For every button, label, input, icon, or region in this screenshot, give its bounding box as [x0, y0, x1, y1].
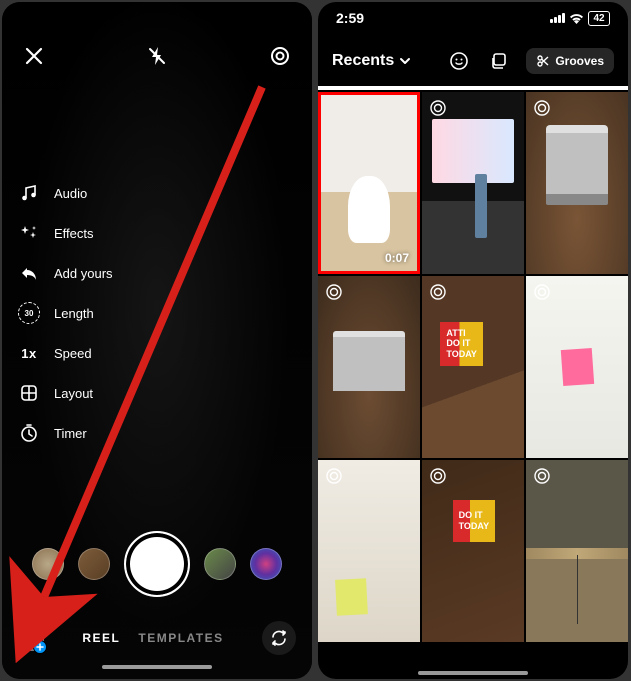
speed-label: Speed	[54, 346, 92, 361]
media-cell[interactable]	[318, 460, 420, 642]
speed-tool[interactable]: 1x Speed	[18, 342, 113, 364]
tab-reel[interactable]: REEL	[82, 631, 120, 645]
media-cell[interactable]	[318, 276, 420, 458]
flip-camera-icon	[269, 628, 289, 648]
burst-icon	[429, 467, 447, 485]
create-tools-menu: Audio Effects Add yours 30 Length 1x Spe…	[18, 182, 113, 444]
media-cell[interactable]	[526, 92, 628, 274]
speed-icon: 1x	[18, 342, 40, 364]
open-gallery-button[interactable]	[18, 625, 44, 651]
media-cell[interactable]	[422, 276, 524, 458]
burst-icon	[429, 283, 447, 301]
timer-icon	[18, 422, 40, 444]
burst-icon	[325, 467, 343, 485]
add-yours-label: Add yours	[54, 266, 113, 281]
reply-arrow-icon	[18, 262, 40, 284]
add-yours-tool[interactable]: Add yours	[18, 262, 113, 284]
sparkle-icon	[18, 222, 40, 244]
media-cell[interactable]: 0:07	[318, 92, 420, 274]
length-badge-icon: 30	[18, 302, 40, 324]
effects-tool[interactable]: Effects	[18, 222, 113, 244]
effect-thumb[interactable]	[78, 548, 110, 580]
status-time: 2:59	[336, 10, 364, 26]
record-button[interactable]	[124, 531, 190, 597]
burst-icon	[533, 99, 551, 117]
battery-icon: 42	[588, 11, 610, 26]
burst-icon	[325, 283, 343, 301]
effect-carousel[interactable]	[18, 531, 296, 597]
layout-label: Layout	[54, 386, 93, 401]
audio-label: Audio	[54, 186, 87, 201]
media-cell[interactable]	[422, 460, 524, 642]
burst-icon	[533, 283, 551, 301]
media-cell[interactable]	[526, 276, 628, 458]
media-grid: 0:07	[318, 86, 628, 642]
video-duration: 0:07	[385, 251, 409, 265]
layout-tool[interactable]: Layout	[18, 382, 113, 404]
timer-tool[interactable]: Timer	[18, 422, 113, 444]
home-indicator[interactable]	[102, 665, 212, 669]
media-cell[interactable]	[526, 460, 628, 642]
length-label: Length	[54, 306, 94, 321]
flip-camera-button[interactable]	[262, 621, 296, 655]
multi-select-button[interactable]	[486, 48, 512, 74]
plus-badge-icon	[33, 640, 47, 654]
timer-label: Timer	[54, 426, 87, 441]
effect-thumb[interactable]	[250, 548, 282, 580]
length-tool[interactable]: 30 Length	[18, 302, 113, 324]
burst-icon	[429, 99, 447, 117]
effects-label: Effects	[54, 226, 94, 241]
status-bar: 2:59 42	[318, 2, 628, 30]
effect-thumb[interactable]	[204, 548, 236, 580]
mode-tabs: REEL TEMPLATES	[74, 631, 232, 645]
close-button[interactable]	[20, 42, 48, 70]
burst-icon	[533, 467, 551, 485]
tab-templates[interactable]: TEMPLATES	[138, 631, 223, 645]
reel-camera-screen: 2:59 42 Audio Effects	[2, 2, 312, 679]
home-indicator[interactable]	[418, 671, 528, 675]
audio-tool[interactable]: Audio	[18, 182, 113, 204]
media-cell[interactable]	[422, 92, 524, 274]
grooves-label: Grooves	[555, 54, 604, 68]
gallery-picker-screen: 2:59 42 Recents Grooves 0:07	[318, 2, 628, 679]
layout-grid-icon	[18, 382, 40, 404]
chevron-down-icon	[399, 55, 411, 67]
flash-off-button[interactable]	[143, 42, 171, 70]
settings-button[interactable]	[266, 42, 294, 70]
face-filter-button[interactable]	[446, 48, 472, 74]
music-note-icon	[18, 182, 40, 204]
effect-thumb[interactable]	[32, 548, 64, 580]
album-name: Recents	[332, 52, 394, 70]
grooves-button[interactable]: Grooves	[526, 48, 614, 74]
scissors-icon	[536, 54, 550, 68]
signal-icon	[550, 13, 565, 23]
wifi-icon	[569, 13, 584, 24]
album-dropdown[interactable]: Recents	[332, 52, 411, 70]
